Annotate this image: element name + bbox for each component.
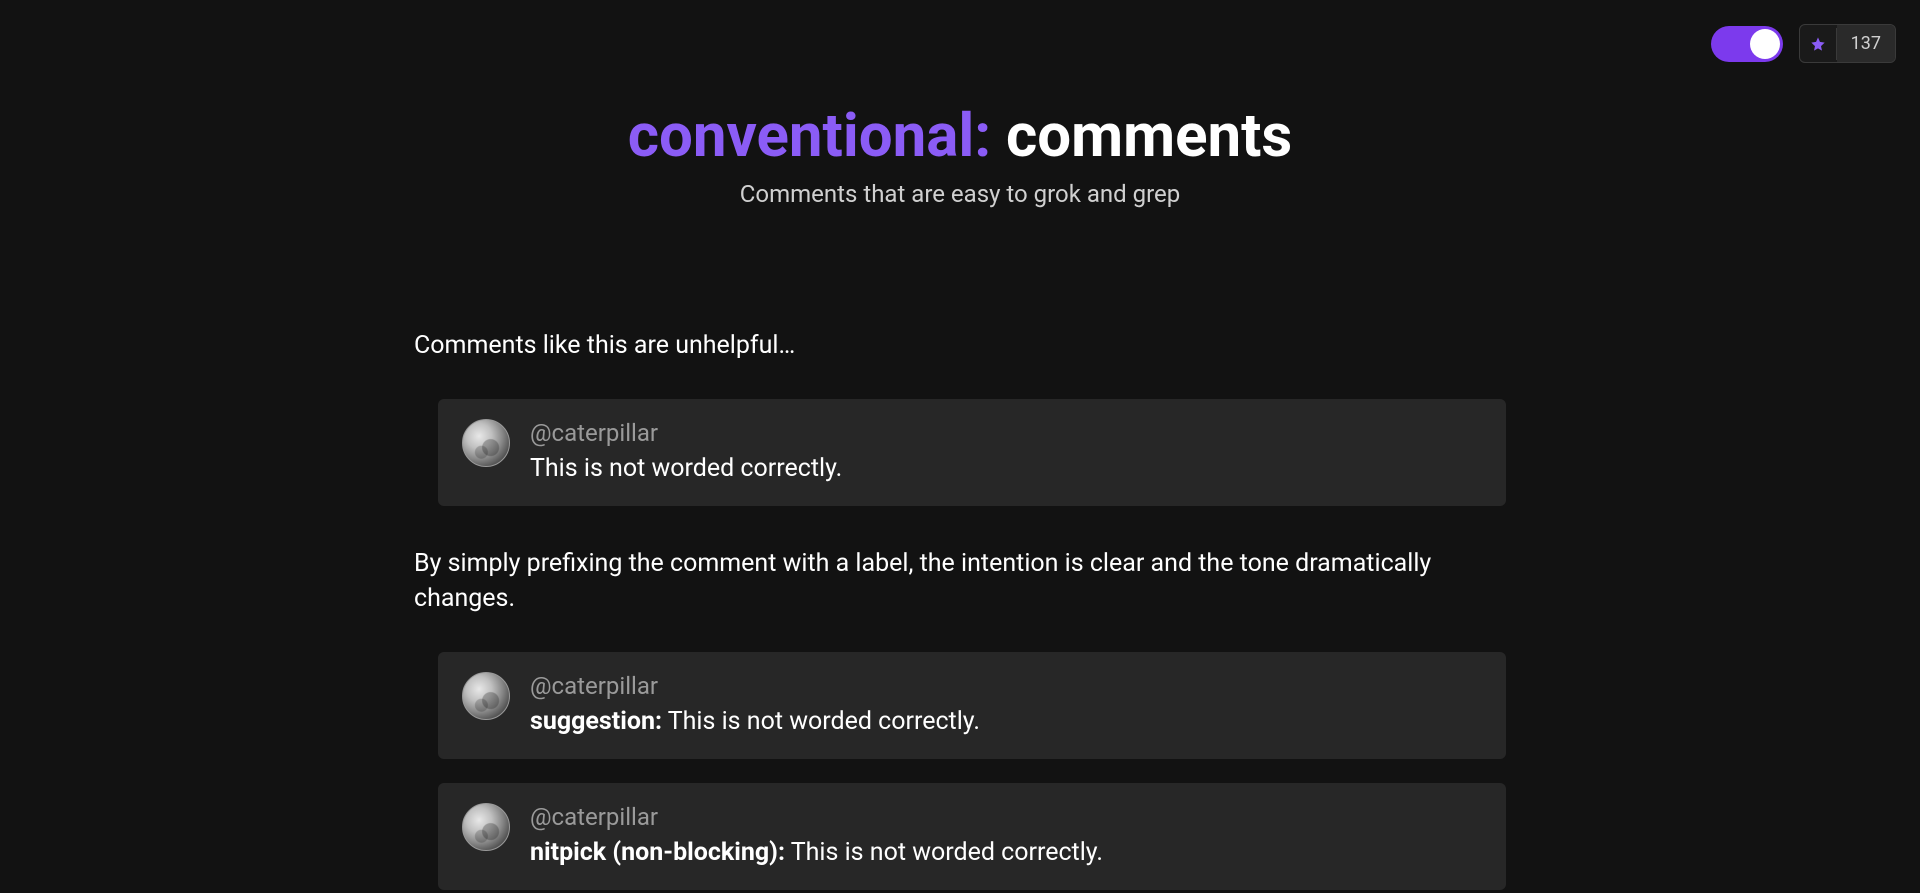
page-header: conventional: comments Comments that are…	[414, 100, 1506, 208]
comment-text: nitpick (non-blocking): This is not word…	[530, 835, 1482, 870]
comment-text: This is not worded correctly.	[530, 451, 1482, 486]
avatar	[462, 419, 510, 467]
star-count: 137	[1837, 25, 1895, 62]
comment-text-content: This is not worded correctly.	[785, 838, 1103, 867]
toggle-knob	[1750, 29, 1780, 59]
main-container: conventional: comments Comments that are…	[390, 0, 1530, 890]
comment-label: suggestion:	[530, 707, 662, 736]
comment-text-content: This is not worded correctly.	[662, 707, 980, 736]
avatar	[462, 672, 510, 720]
comment-body: @caterpillar nitpick (non-blocking): Thi…	[530, 803, 1482, 870]
star-badge[interactable]: 137	[1799, 24, 1896, 63]
comment-label: nitpick (non-blocking):	[530, 838, 785, 867]
comment-body: @caterpillar suggestion: This is not wor…	[530, 672, 1482, 739]
star-icon	[1800, 28, 1837, 60]
comment-author: @caterpillar	[530, 672, 1482, 700]
title-prefix: conventional:	[628, 100, 991, 171]
avatar	[462, 803, 510, 851]
comment-text-content: This is not worded correctly.	[530, 454, 842, 483]
page-title: conventional: comments	[414, 100, 1506, 172]
comment-card: @caterpillar suggestion: This is not wor…	[438, 652, 1506, 759]
theme-toggle[interactable]	[1711, 26, 1783, 62]
comment-author: @caterpillar	[530, 419, 1482, 447]
comment-card: @caterpillar nitpick (non-blocking): Thi…	[438, 783, 1506, 890]
between-text: By simply prefixing the comment with a l…	[414, 546, 1506, 616]
comment-text: suggestion: This is not worded correctly…	[530, 704, 1482, 739]
top-controls: 137	[1711, 24, 1896, 63]
comment-author: @caterpillar	[530, 803, 1482, 831]
intro-text: Comments like this are unhelpful…	[414, 328, 1506, 363]
comment-body: @caterpillar This is not worded correctl…	[530, 419, 1482, 486]
page-subtitle: Comments that are easy to grok and grep	[414, 180, 1506, 208]
title-suffix: comments	[991, 100, 1292, 171]
comment-card: @caterpillar This is not worded correctl…	[438, 399, 1506, 506]
